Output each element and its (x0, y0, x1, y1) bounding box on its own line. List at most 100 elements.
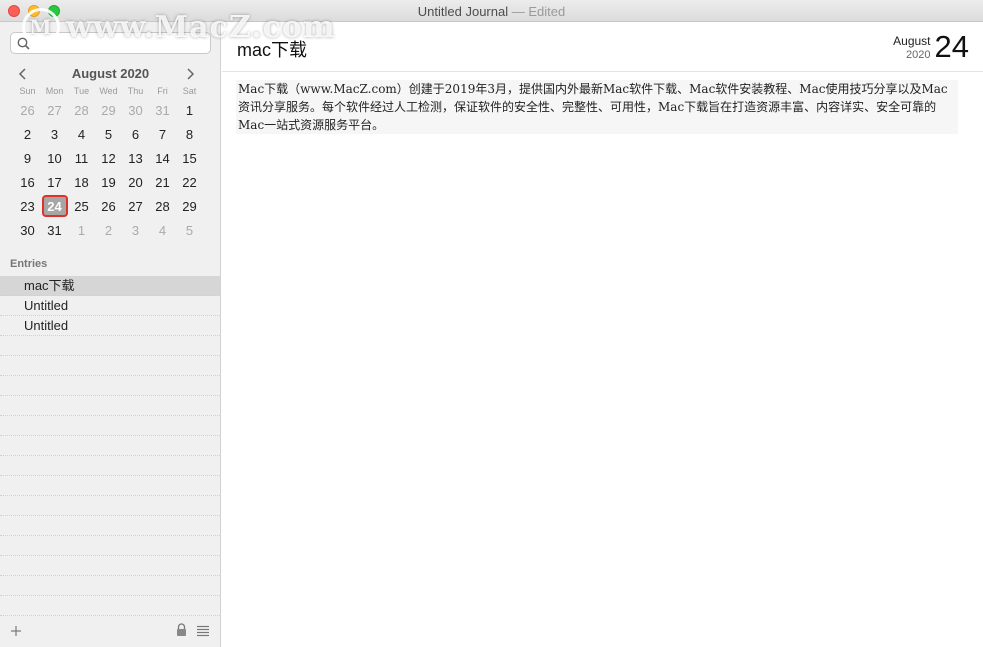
entries-list: mac下载 Untitled Untitled (0, 276, 220, 616)
calendar-day[interactable]: 11 (68, 146, 95, 170)
calendar-day[interactable]: 28 (68, 98, 95, 122)
calendar-day[interactable]: 4 (68, 122, 95, 146)
calendar-day-number: 13 (128, 150, 143, 166)
calendar-day-number: 24 (41, 195, 68, 217)
entry-list-item[interactable]: mac下载 (0, 276, 220, 296)
entry-title[interactable]: mac下载 (237, 36, 307, 62)
calendar-day-number: 26 (20, 102, 35, 118)
calendar-grid: 26 27 28 29 30 31 1 2 3 4 5 6 7 8 9 10 11 12 13 14 15 16 17 18 1… (14, 98, 204, 242)
calendar-day-number: 28 (155, 198, 170, 214)
calendar-day-number: 3 (50, 126, 59, 142)
calendar-day-number: 7 (158, 126, 167, 142)
calendar-day[interactable]: 13 (122, 146, 149, 170)
entry-date-day: 24 (934, 29, 969, 64)
calendar-day[interactable]: 29 (95, 98, 122, 122)
calendar-day[interactable]: 27 (41, 98, 68, 122)
chevron-right-icon (187, 68, 195, 80)
calendar-day[interactable]: 21 (149, 170, 176, 194)
calendar-day[interactable]: 5 (176, 218, 203, 242)
window-title-text: Untitled Journal (417, 4, 509, 19)
calendar-day-number: 9 (23, 150, 32, 166)
entry-date-year: 2020 (906, 49, 931, 61)
calendar-day[interactable]: 1 (176, 98, 203, 122)
list-icon (197, 625, 209, 637)
calendar-day[interactable]: 4 (149, 218, 176, 242)
entry-body-text[interactable]: Mac下载（www.MacZ.com）创建于2019年3月，提供国内外最新Mac… (236, 80, 958, 134)
calendar-day[interactable]: 19 (95, 170, 122, 194)
calendar-day-number: 15 (182, 150, 197, 166)
calendar-day[interactable]: 17 (41, 170, 68, 194)
calendar-day[interactable]: 2 (95, 218, 122, 242)
lock-button[interactable] (176, 623, 187, 642)
empty-list-row (0, 396, 220, 416)
weekday-label: Mon (45, 86, 64, 96)
header-divider (222, 71, 983, 72)
entry-list-item[interactable]: Untitled (0, 296, 220, 316)
calendar-day[interactable]: 27 (122, 194, 149, 218)
calendar-day-number: 4 (158, 222, 167, 238)
next-month-button[interactable] (183, 66, 199, 82)
calendar-day[interactable]: 23 (14, 194, 41, 218)
entry-list-item[interactable]: Untitled (0, 316, 220, 336)
lock-icon (177, 623, 186, 636)
empty-list-row (0, 496, 220, 516)
empty-list-row (0, 596, 220, 616)
calendar-day[interactable]: 22 (176, 170, 203, 194)
calendar-day-number: 27 (47, 102, 62, 118)
calendar-day[interactable]: 12 (95, 146, 122, 170)
calendar-day[interactable]: 28 (149, 194, 176, 218)
calendar-day[interactable]: 5 (95, 122, 122, 146)
calendar-day[interactable]: 6 (122, 122, 149, 146)
calendar-day[interactable]: 2 (14, 122, 41, 146)
calendar-day[interactable]: 10 (41, 146, 68, 170)
calendar-day-number: 29 (182, 198, 197, 214)
calendar-day-number: 4 (77, 126, 86, 142)
calendar-day[interactable]: 3 (122, 218, 149, 242)
calendar-day[interactable]: 3 (41, 122, 68, 146)
calendar-day[interactable]: 30 (14, 218, 41, 242)
calendar-day-number: 30 (20, 222, 35, 238)
calendar-day[interactable]: 26 (14, 98, 41, 122)
calendar-day[interactable]: 14 (149, 146, 176, 170)
calendar-header: August 2020 (10, 66, 211, 84)
calendar-day-number: 12 (101, 150, 116, 166)
calendar-day[interactable]: 29 (176, 194, 203, 218)
calendar-day[interactable]: 7 (149, 122, 176, 146)
add-entry-button[interactable] (10, 621, 22, 642)
calendar-day[interactable]: 16 (14, 170, 41, 194)
empty-list-row (0, 416, 220, 436)
empty-list-row (0, 356, 220, 376)
calendar-day[interactable]: 8 (176, 122, 203, 146)
calendar-day[interactable]: 15 (176, 146, 203, 170)
calendar-day[interactable]: 31 (41, 218, 68, 242)
list-view-button[interactable] (197, 624, 209, 642)
calendar-day[interactable]: 31 (149, 98, 176, 122)
weekday-header-row: Sun Mon Tue Wed Thu Fri Sat (14, 86, 204, 96)
search-input[interactable] (10, 32, 211, 54)
entry-date-month: August (893, 34, 931, 48)
sidebar: August 2020 Sun Mon Tue Wed Thu Fri Sat 26 27 28… (0, 22, 221, 647)
calendar-day[interactable]: 20 (122, 170, 149, 194)
calendar-day[interactable]: 18 (68, 170, 95, 194)
calendar-day-number: 5 (104, 126, 113, 142)
weekday-label: Tue (73, 86, 90, 96)
calendar-day[interactable]: 9 (14, 146, 41, 170)
calendar-day-number: 10 (47, 150, 62, 166)
calendar-day[interactable]: 30 (122, 98, 149, 122)
edited-indicator: — Edited (511, 4, 566, 19)
weekday-label: Wed (99, 86, 118, 96)
calendar-day-number: 14 (155, 150, 170, 166)
calendar-day-number: 23 (20, 198, 35, 214)
calendar-day-number: 2 (104, 222, 113, 238)
calendar-day-today[interactable]: 24 (41, 194, 68, 218)
empty-list-row (0, 576, 220, 596)
sidebar-bottom-bar (0, 619, 220, 647)
calendar-day[interactable]: 1 (68, 218, 95, 242)
search-icon (17, 37, 30, 50)
calendar-day-number: 25 (74, 198, 89, 214)
calendar-day[interactable]: 25 (68, 194, 95, 218)
calendar-day-number: 3 (131, 222, 140, 238)
calendar-day-number: 20 (128, 174, 143, 190)
calendar-day-number: 31 (47, 222, 62, 238)
calendar-day[interactable]: 26 (95, 194, 122, 218)
